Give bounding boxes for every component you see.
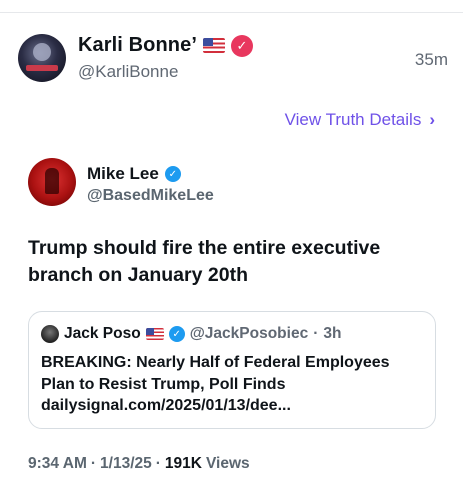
quoted-author-name: Jack Poso bbox=[64, 325, 141, 342]
post-time-ago: 35m bbox=[414, 50, 448, 69]
verified-check-icon: ✓ bbox=[164, 166, 181, 182]
view-truth-details-link[interactable]: View Truth Details › bbox=[285, 110, 435, 130]
quoted-author-handle: @JackPosobiec bbox=[189, 325, 309, 342]
chevron-right-icon: › bbox=[429, 110, 435, 129]
quoted-author-avatar bbox=[41, 325, 59, 343]
avatar-figure bbox=[33, 43, 51, 61]
avatar-banner bbox=[26, 65, 58, 71]
embedded-author-avatar[interactable] bbox=[28, 158, 76, 206]
embedded-post-text: Trump should fire the entire executive b… bbox=[28, 237, 381, 286]
stats-separator: · bbox=[90, 455, 97, 472]
embedded-author-name-line: Mike Lee ✓ bbox=[87, 164, 181, 184]
embedded-author-name[interactable]: Mike Lee bbox=[87, 164, 159, 184]
author-handle[interactable]: @KarliBonne bbox=[78, 62, 178, 82]
author-display-name[interactable]: Karli Bonne’ bbox=[78, 34, 197, 57]
verified-check-icon: ✓ bbox=[168, 326, 185, 342]
post-date: 1/13/25 bbox=[100, 455, 152, 472]
author-name-line: Karli Bonne’ ✓ bbox=[78, 34, 253, 57]
top-divider bbox=[0, 12, 463, 13]
views-label: Views bbox=[205, 455, 250, 472]
check-badge-icon: ✓ bbox=[231, 34, 253, 57]
view-truth-details-label: View Truth Details bbox=[284, 110, 422, 129]
quoted-headline: BREAKING: Nearly Half of Federal Employe… bbox=[41, 354, 390, 393]
quoted-time-ago: 3h bbox=[323, 325, 342, 342]
stats-separator: · bbox=[155, 455, 161, 472]
quoted-link[interactable]: dailysignal.com/2025/01/13/dee... bbox=[41, 395, 425, 417]
quoted-post-body: BREAKING: Nearly Half of Federal Employe… bbox=[41, 352, 425, 417]
quoted-post-header: Jack Poso ✓ @JackPosobiec · 3h bbox=[41, 325, 341, 343]
embedded-author-handle[interactable]: @BasedMikeLee bbox=[87, 187, 214, 205]
quoted-post-card[interactable]: Jack Poso ✓ @JackPosobiec · 3h BREAKING:… bbox=[28, 311, 436, 429]
post-header: Karli Bonne’ ✓ @KarliBonne 35m bbox=[18, 34, 448, 94]
post-stats: 9:34 AM · 1/13/25 · 191K Views bbox=[28, 455, 250, 473]
avatar-figure bbox=[45, 168, 59, 194]
post-time: 9:34 AM bbox=[28, 455, 87, 472]
views-count: 191K bbox=[164, 455, 202, 472]
us-flag-icon bbox=[145, 328, 164, 340]
author-avatar[interactable] bbox=[18, 34, 66, 82]
quoted-separator: · bbox=[313, 325, 319, 342]
us-flag-icon bbox=[203, 38, 225, 53]
